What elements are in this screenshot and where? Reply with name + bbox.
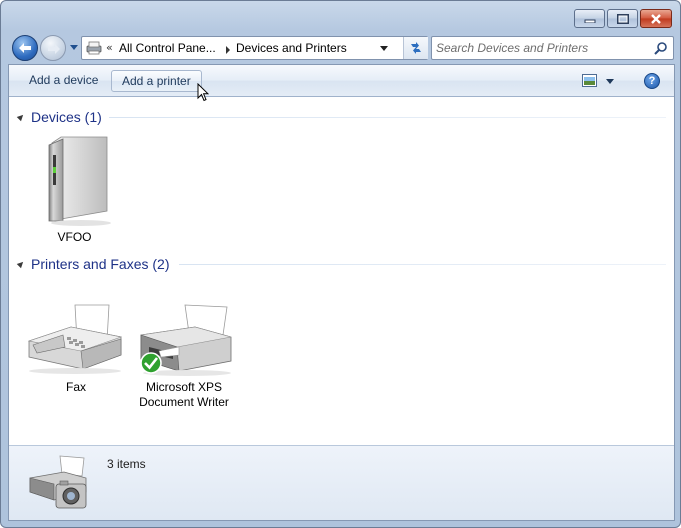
change-view-icon[interactable] [582, 74, 597, 87]
breadcrumb-overflow[interactable]: « [106, 41, 113, 54]
devices-and-printers-icon [29, 455, 87, 509]
search-input[interactable] [436, 39, 646, 57]
printer-item-microsoft-xps[interactable]: Microsoft XPS Document Writer [133, 301, 235, 410]
title-bar[interactable] [1, 1, 680, 33]
collapse-triangle-icon[interactable] [16, 112, 26, 122]
breadcrumb-control-panel[interactable]: All Control Pane... [119, 41, 216, 55]
printer-icon [140, 304, 232, 376]
fax-machine-icon [27, 304, 123, 374]
mouse-cursor-icon [197, 83, 209, 102]
window-controls [572, 9, 672, 28]
address-dropdown-icon[interactable] [380, 46, 388, 51]
content-area: Add a device Add a printer ? Devices (1) [8, 64, 675, 521]
device-item-vfoo[interactable]: VFOO [37, 133, 112, 245]
printer-item-fax[interactable]: Fax [23, 301, 129, 395]
maximize-button[interactable] [607, 9, 638, 28]
section-divider [109, 117, 666, 118]
minimize-button[interactable] [574, 9, 605, 28]
printer-label-fax: Fax [65, 380, 86, 394]
explorer-window: « All Control Pane... Devices and Printe… [0, 0, 681, 528]
printer-label-line1: Microsoft XPS [145, 380, 223, 394]
item-count: 3 items [107, 457, 146, 471]
section-title-devices: Devices (1) [31, 109, 102, 125]
collapse-triangle-icon[interactable] [16, 259, 26, 269]
device-label: VFOO [57, 230, 92, 244]
command-bar: Add a device Add a printer ? [9, 65, 674, 97]
refresh-button[interactable] [403, 37, 428, 59]
details-pane: 3 items [9, 445, 674, 520]
back-arrow-icon [19, 43, 31, 53]
section-devices[interactable]: Devices (1) [9, 107, 674, 127]
section-printers-and-faxes[interactable]: Printers and Faxes (2) [9, 254, 674, 274]
default-check-icon [140, 352, 162, 374]
section-title-printers-and-faxes: Printers and Faxes (2) [31, 256, 170, 272]
add-device-button[interactable]: Add a device [19, 70, 108, 92]
breadcrumb-devices-and-printers[interactable]: Devices and Printers [236, 41, 347, 55]
refresh-icon [411, 42, 421, 54]
forward-button[interactable] [40, 35, 66, 61]
address-bar[interactable]: « All Control Pane... Devices and Printe… [81, 36, 428, 60]
close-button[interactable] [640, 9, 672, 28]
minimize-icon [584, 19, 595, 23]
forward-arrow-icon [48, 44, 60, 54]
maximize-icon [616, 13, 629, 24]
devices-and-printers-small-icon [86, 41, 102, 55]
section-divider [179, 264, 666, 265]
navigation-bar: « All Control Pane... Devices and Printe… [9, 33, 674, 63]
recent-pages-dropdown[interactable] [69, 42, 79, 52]
breadcrumb-separator-icon[interactable] [226, 46, 230, 54]
back-button[interactable] [12, 35, 38, 61]
computer-tower-icon [48, 136, 111, 226]
help-button[interactable]: ? [644, 73, 660, 89]
close-icon [651, 13, 661, 24]
search-box[interactable] [431, 36, 674, 60]
add-printer-button[interactable]: Add a printer [111, 70, 202, 92]
view-options-dropdown[interactable] [606, 79, 614, 84]
search-icon[interactable] [654, 41, 668, 55]
printer-label-line2: Document Writer [139, 395, 229, 409]
